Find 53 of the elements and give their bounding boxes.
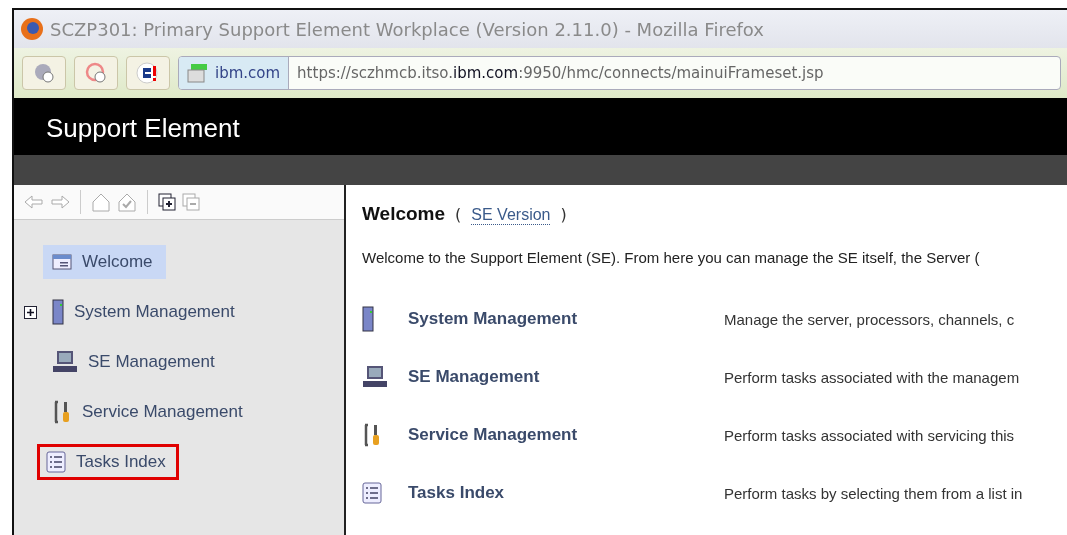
sidebar-item-label: Tasks Index [76,452,166,472]
task-description: Manage the server, processors, channels, c [724,310,1016,328]
site-icon [187,63,209,83]
parenthesis: ( [455,205,462,224]
blocked-clock-icon [85,62,107,84]
url-text: https://sczhmcb.itso.ibm.com:9950/hmc/connects/mainuiFrameset.jsp [296,64,824,82]
plus-icon [26,307,35,317]
back-icon[interactable] [24,195,44,209]
server-tower-icon [52,299,64,325]
tools-icon [362,423,382,447]
window-title: SCZP301: Primary Support Element Workplace (Version 2.11.0) - Mozilla Firefox [50,18,764,40]
parenthesis: ) [560,205,567,224]
page-heading: Welcome [362,203,446,225]
task-link[interactable]: System Management [408,309,724,329]
list-icon [46,451,66,473]
list-icon [362,482,382,504]
version-link[interactable]: SE Version [471,206,551,225]
expand-all-icon[interactable] [158,193,176,211]
task-link[interactable]: Service Management [408,425,724,445]
sidebar-item-label: SE Management [88,352,215,372]
sidebar-item-label: Service Management [82,402,243,422]
computer-icon [362,365,388,389]
clock-toolbar-button[interactable] [22,56,66,90]
clock-toolbar-button[interactable] [74,56,118,90]
clock-icon [33,62,55,84]
forward-icon[interactable] [50,195,70,209]
task-description: Perform tasks by selecting them from a list in [724,484,1024,502]
sidebar-item-label: Welcome [82,252,153,272]
home-check-icon[interactable] [117,192,137,212]
server-tower-icon [362,306,374,332]
site-identity-button[interactable]: ibm.com [179,57,290,89]
collapse-all-icon[interactable] [182,193,200,211]
tools-icon [52,400,72,424]
computer-icon [52,350,78,374]
address-field[interactable]: ibm.com https://sczhmcb.itso.ibm.com:9950/hmc/connects/mainuiFrameset.jsp [178,56,1061,90]
sidebar-item[interactable]: Service Management [43,393,256,431]
alert-toolbar-button[interactable] [126,56,170,90]
sidebar-item[interactable]: System Management [43,292,248,332]
task-link[interactable]: SE Management [408,367,724,387]
sidebar-item[interactable]: SE Management [43,343,228,381]
banner-title: Support Element [46,112,240,144]
window-icon [52,254,72,270]
home-icon[interactable] [91,192,111,212]
sidebar-item[interactable]: Welcome [43,245,166,279]
browser-logo-icon [20,17,44,41]
alert-icon [136,62,160,84]
sidebar-item[interactable]: Tasks Index [37,444,179,480]
expand-button[interactable] [24,305,37,319]
task-description: Perform tasks associated with the managem [724,368,1021,386]
intro-text: Welcome to the Support Element (SE). From here you can manage the SE itself, the Server ( [362,249,981,266]
task-description: Perform tasks associated with servicing this [724,426,1016,444]
sidebar-item-label: System Management [74,302,235,322]
task-link[interactable]: Tasks Index [408,483,724,503]
